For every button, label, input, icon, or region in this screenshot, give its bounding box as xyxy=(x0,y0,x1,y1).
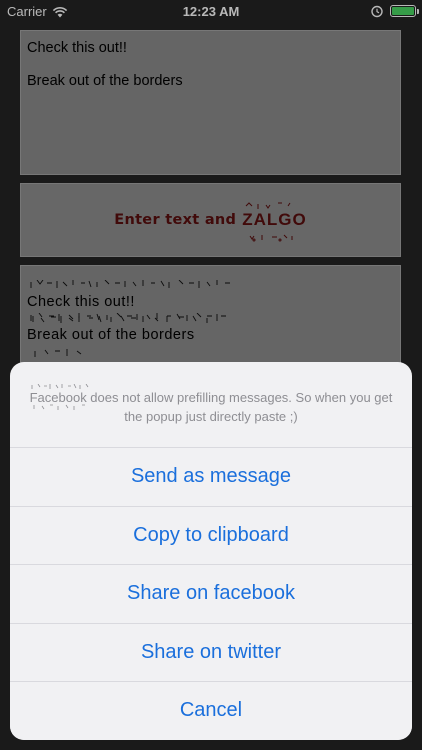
share-on-twitter-button[interactable]: Share on twitter xyxy=(10,622,412,681)
share-on-facebook-button[interactable]: Share on facebook xyxy=(10,564,412,623)
app-screen: Carrier 12:23 AM Check this out!! Break … xyxy=(0,0,422,750)
copy-to-clipboard-button[interactable]: Copy to clipboard xyxy=(10,505,412,564)
send-as-message-button[interactable]: Send as message xyxy=(10,447,412,506)
action-sheet-message: Facebook does not allow prefilling messa… xyxy=(10,362,412,447)
action-sheet-message-text: Facebook does not allow prefilling messa… xyxy=(29,390,393,424)
cancel-button[interactable]: Cancel xyxy=(10,681,412,740)
action-sheet: Facebook does not allow prefilling messa… xyxy=(10,362,412,740)
